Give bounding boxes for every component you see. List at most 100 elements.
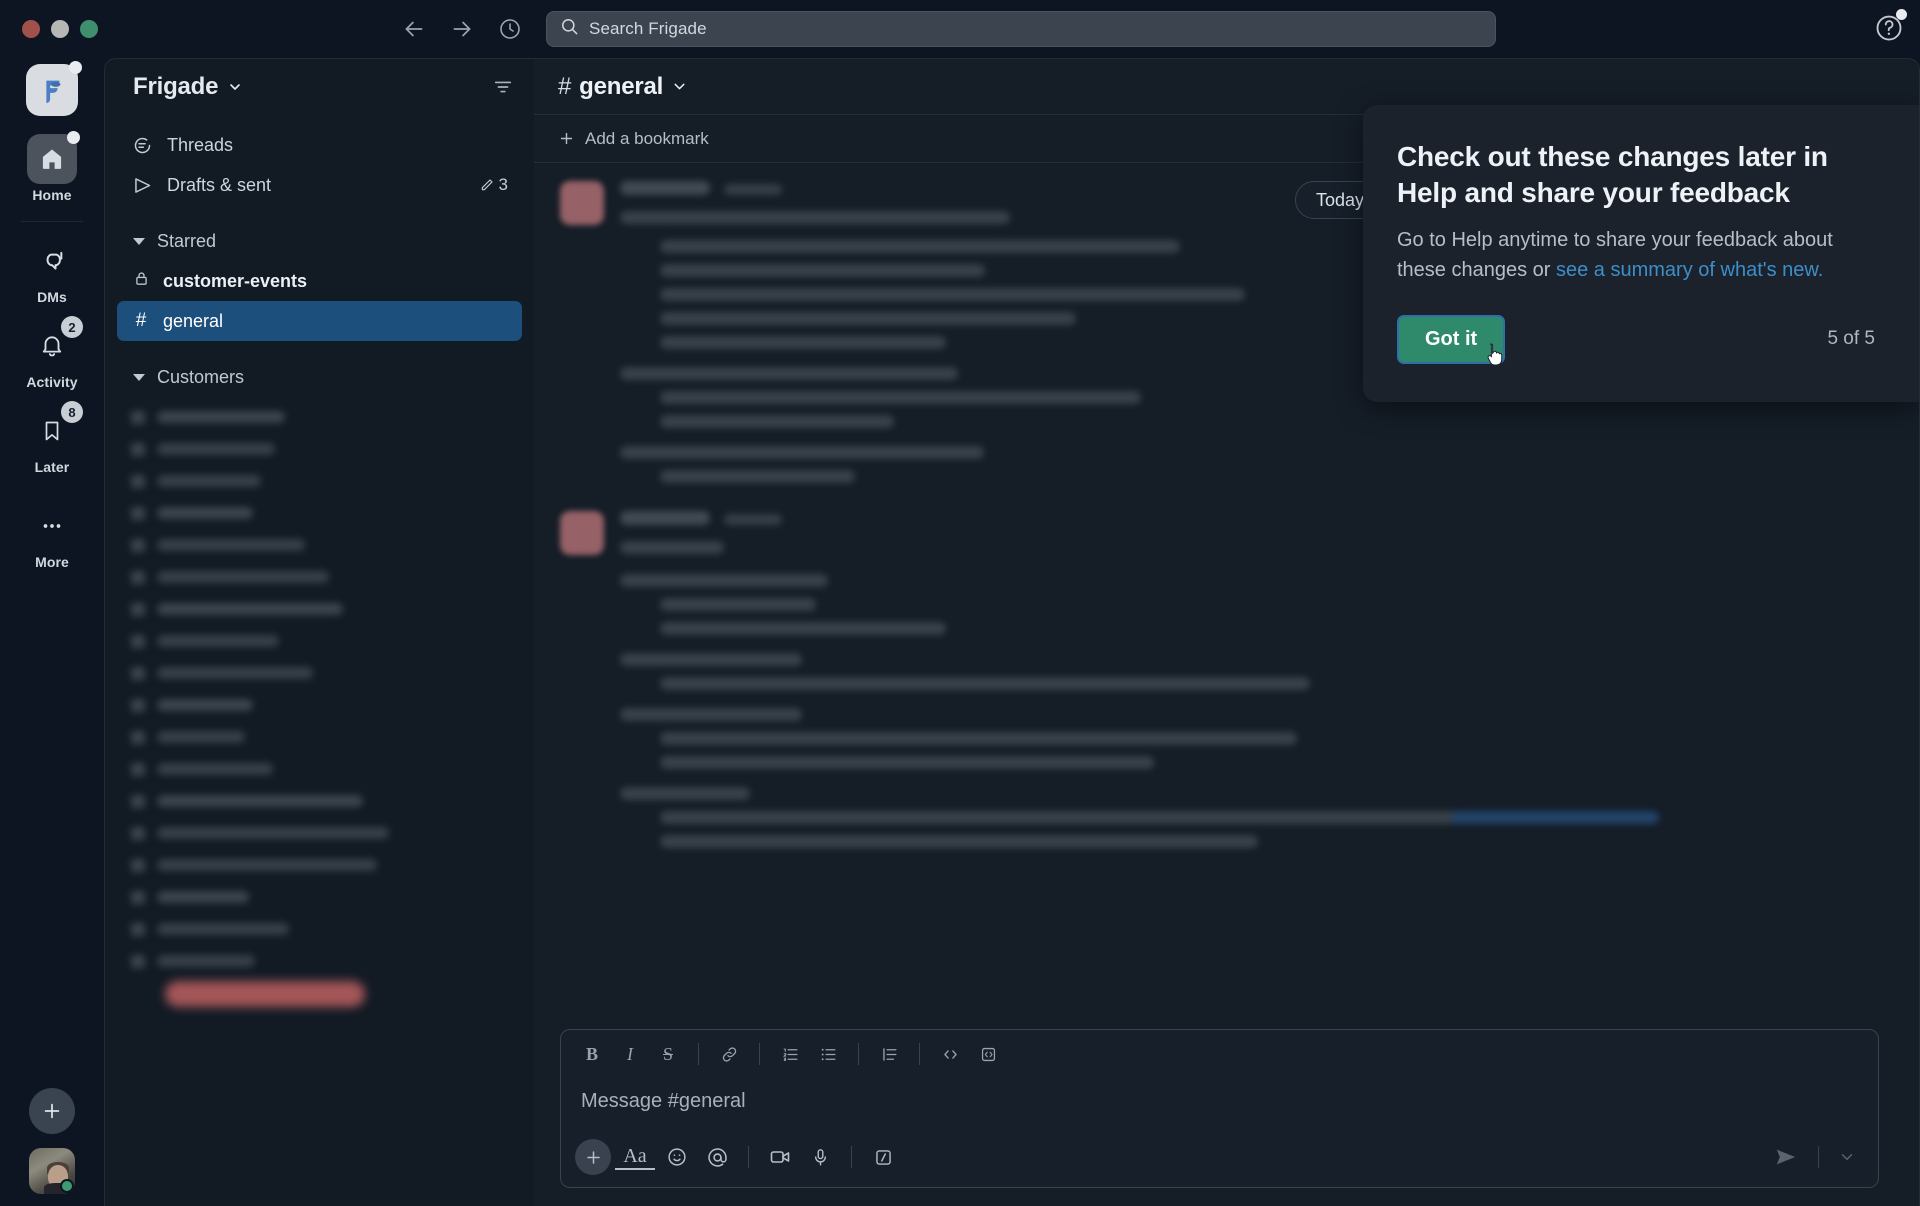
sidebar-item-threads[interactable]: Threads: [117, 125, 522, 165]
message-composer[interactable]: B I S Message #general Aa: [560, 1029, 1879, 1188]
actions-divider: [851, 1146, 852, 1168]
minimize-window-button[interactable]: [51, 20, 69, 38]
sidebar-item-redacted[interactable]: [117, 881, 522, 913]
rail-label-dms: DMs: [37, 289, 67, 305]
sidebar-item-redacted[interactable]: [117, 401, 522, 433]
rail-item-more[interactable]: More: [0, 501, 104, 570]
workspace-logo-icon[interactable]: [26, 61, 82, 116]
forward-icon[interactable]: [448, 15, 476, 43]
hash-icon: [131, 858, 145, 872]
ordered-list-icon[interactable]: [773, 1037, 807, 1071]
sidebar-item-redacted[interactable]: [117, 945, 522, 977]
emoji-icon[interactable]: [659, 1139, 695, 1175]
redacted-channel-name: [157, 763, 273, 775]
workspace-switcher[interactable]: Frigade: [133, 73, 243, 101]
attach-button[interactable]: [575, 1139, 611, 1175]
sidebar-item-customer-events[interactable]: customer-events: [117, 261, 522, 301]
toolbar-divider: [759, 1043, 760, 1065]
mouse-cursor-icon: [1487, 343, 1503, 366]
actions-divider: [748, 1146, 749, 1168]
clock-icon[interactable]: [496, 15, 524, 43]
redacted-highlight-item[interactable]: [165, 981, 365, 1007]
rail-item-dms[interactable]: DMs: [0, 236, 104, 305]
got-it-label: Got it: [1425, 327, 1478, 350]
sidebar-item-general[interactable]: # general: [117, 301, 522, 341]
maximize-window-button[interactable]: [80, 20, 98, 38]
send-icon[interactable]: [1765, 1144, 1807, 1170]
slash-icon[interactable]: [865, 1139, 901, 1175]
sidebar-section-customers[interactable]: Customers: [117, 357, 522, 397]
got-it-button[interactable]: Got it: [1397, 314, 1506, 366]
hash-icon: [131, 506, 145, 520]
redacted-channel-list[interactable]: [105, 397, 534, 977]
sidebar-item-redacted[interactable]: [117, 753, 522, 785]
rail-item-home[interactable]: Home: [0, 131, 104, 203]
create-new-button[interactable]: [29, 1088, 75, 1134]
code-icon[interactable]: [933, 1037, 967, 1071]
close-window-button[interactable]: [22, 20, 40, 38]
channel-name-general: general: [163, 310, 224, 331]
drafts-count: 3: [479, 175, 508, 195]
back-icon[interactable]: [400, 15, 428, 43]
channel-title-text: general: [579, 72, 664, 100]
redacted-channel-name: [157, 539, 305, 551]
redacted-channel-name: [157, 955, 255, 967]
rail-item-activity[interactable]: 2 Activity: [0, 316, 104, 390]
at-icon[interactable]: [699, 1139, 735, 1175]
sidebar-item-redacted[interactable]: [117, 689, 522, 721]
sidebar-item-redacted[interactable]: [117, 817, 522, 849]
bulleted-list-icon[interactable]: [811, 1037, 845, 1071]
send-options-icon[interactable]: [1830, 1148, 1864, 1166]
redacted-channel-name: [157, 635, 279, 647]
sidebar-item-redacted[interactable]: [117, 721, 522, 753]
channel-title[interactable]: # general: [558, 73, 688, 101]
sidebar-item-redacted[interactable]: [117, 913, 522, 945]
sidebar-section-starred[interactable]: Starred: [117, 221, 522, 261]
message-input[interactable]: Message #general: [561, 1078, 1878, 1135]
sidebar-item-redacted[interactable]: [117, 529, 522, 561]
sidebar-item-drafts[interactable]: Drafts & sent 3: [117, 165, 522, 205]
search-input[interactable]: Search Frigade: [546, 11, 1496, 47]
search-icon: [560, 17, 579, 41]
sidebar-item-redacted[interactable]: [117, 657, 522, 689]
formatting-button[interactable]: Aa: [615, 1144, 655, 1170]
strikethrough-button[interactable]: S: [651, 1037, 685, 1071]
italic-button[interactable]: I: [613, 1037, 647, 1071]
history-nav: [400, 0, 524, 58]
hash-icon: [131, 634, 145, 648]
video-icon[interactable]: [762, 1139, 798, 1175]
redacted-channel-name: [157, 475, 261, 487]
bold-button[interactable]: B: [575, 1037, 609, 1071]
hash-icon: [131, 474, 145, 488]
message-item[interactable]: [560, 487, 1919, 852]
user-avatar[interactable]: [29, 1148, 75, 1194]
bell-icon: 2: [27, 316, 83, 371]
filter-icon[interactable]: [492, 76, 514, 98]
sidebar-item-redacted[interactable]: [117, 433, 522, 465]
blockquote-icon[interactable]: [872, 1037, 906, 1071]
toolbar-divider: [919, 1043, 920, 1065]
link-icon[interactable]: [712, 1037, 746, 1071]
sidebar-item-redacted[interactable]: [117, 465, 522, 497]
sidebar-item-redacted[interactable]: [117, 561, 522, 593]
sidebar-item-redacted[interactable]: [117, 497, 522, 529]
sidebar-item-redacted[interactable]: [117, 625, 522, 657]
hash-icon: [131, 602, 145, 616]
rail-item-later[interactable]: 8 Later: [0, 401, 104, 475]
toolbar-divider: [858, 1043, 859, 1065]
sidebar-section-label-customers: Customers: [157, 366, 245, 387]
sidebar-item-redacted[interactable]: [117, 785, 522, 817]
redacted-channel-name: [157, 603, 343, 615]
left-rail: Home DMs 2 Activity 8 Later More: [0, 58, 104, 1206]
code-block-icon[interactable]: [971, 1037, 1005, 1071]
redacted-channel-name: [157, 571, 329, 583]
sidebar-item-redacted[interactable]: [117, 849, 522, 881]
microphone-icon[interactable]: [802, 1139, 838, 1175]
sidebar-label-drafts: Drafts & sent: [167, 174, 272, 195]
hash-icon: [131, 826, 145, 840]
workspace-unread-dot: [69, 61, 82, 74]
ellipsis-icon: [27, 501, 77, 551]
add-bookmark-button[interactable]: Add a bookmark: [558, 129, 709, 149]
whats-new-link[interactable]: see a summary of what's new.: [1556, 259, 1823, 281]
sidebar-item-redacted[interactable]: [117, 593, 522, 625]
